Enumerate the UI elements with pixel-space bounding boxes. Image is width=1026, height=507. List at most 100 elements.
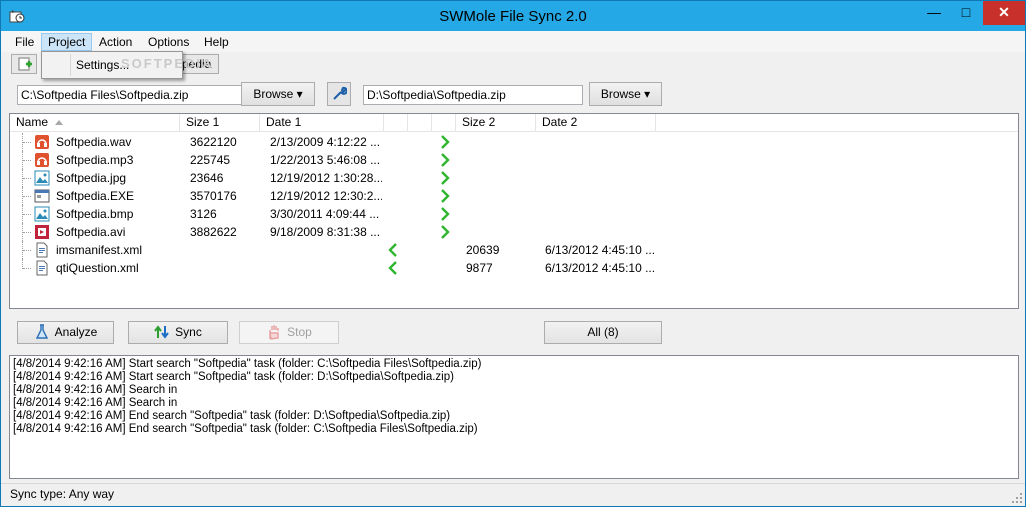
table-row[interactable]: imsmanifest.xml 20639 6/13/2012 4:45:10 ..… <box>10 241 1018 259</box>
copy-right-arrow-icon[interactable] <box>440 171 450 185</box>
file-date1: 12/19/2012 1:30:28... <box>270 171 382 185</box>
file-size1: 3622120 <box>190 135 237 149</box>
file-name: qtiQuestion.xml <box>56 261 139 275</box>
column-header-name[interactable]: Name <box>10 114 180 131</box>
tree-branch <box>23 196 31 197</box>
column-header-dir-right[interactable] <box>432 114 456 131</box>
table-row[interactable]: Softpedia.mp3 225745 1/22/2013 5:46:08 ... <box>10 151 1018 169</box>
file-date1 <box>270 241 382 259</box>
column-header-size1[interactable]: Size 1 <box>180 114 260 131</box>
image-file-icon <box>34 206 50 222</box>
file-size1 <box>190 259 260 277</box>
copy-left-arrow-icon[interactable] <box>388 261 398 275</box>
maximize-button[interactable]: □ <box>951 1 981 25</box>
file-name: Softpedia.wav <box>56 135 132 149</box>
file-date2: 6/13/2012 4:45:10 ... <box>545 243 656 257</box>
copy-right-arrow-icon[interactable] <box>440 189 450 203</box>
column-header-size2[interactable]: Size 2 <box>456 114 536 131</box>
menu-help[interactable]: Help <box>198 33 235 51</box>
file-size2 <box>466 151 536 169</box>
header-divider <box>10 131 1018 132</box>
tree-branch <box>23 214 31 215</box>
left-browse-button[interactable]: Browse ▾ <box>241 82 315 106</box>
copy-right-arrow-icon[interactable] <box>440 225 450 239</box>
audio-file-icon <box>35 135 49 149</box>
column-header-dir-center[interactable] <box>408 114 432 131</box>
table-row[interactable]: Softpedia.wav 3622120 2/13/2009 4:12:22 ..… <box>10 133 1018 151</box>
file-date1: 2/13/2009 4:12:22 ... <box>270 135 381 149</box>
menu-options[interactable]: Options <box>142 33 195 51</box>
file-size1: 3126 <box>190 207 217 221</box>
file-date2 <box>545 205 660 223</box>
menu-project[interactable]: Project <box>41 33 93 51</box>
file-name: Softpedia.EXE <box>56 189 135 203</box>
column-header-date2[interactable]: Date 2 <box>536 114 656 131</box>
audio-file-icon <box>35 153 49 167</box>
title-bar[interactable]: SWMole File Sync 2.0 — □ ✕ <box>1 1 1025 31</box>
app-window: SWMole File Sync 2.0 — □ ✕ File Project … <box>0 0 1026 507</box>
menu-file[interactable]: File <box>9 33 40 51</box>
column-header-dir-left[interactable] <box>384 114 408 131</box>
copy-right-arrow-icon[interactable] <box>440 153 450 167</box>
log-line: [4/8/2014 9:42:16 AM] Start search "Soft… <box>13 371 454 383</box>
xml-file-icon <box>36 260 48 276</box>
table-row[interactable]: qtiQuestion.xml 9877 6/13/2012 4:45:10 ... <box>10 259 1018 277</box>
file-list[interactable]: Name Size 1 Date 1 Size 2 Date 2 Softped… <box>9 113 1019 309</box>
sort-ascending-icon <box>55 120 63 125</box>
file-size2: 9877 <box>466 261 493 275</box>
log-line: [4/8/2014 9:42:16 AM] Search in <box>13 384 178 396</box>
table-row[interactable]: Softpedia.avi 3882622 9/18/2009 8:31:38 ..… <box>10 223 1018 241</box>
right-path-input[interactable] <box>363 85 583 105</box>
sync-button[interactable]: Sync <box>128 321 228 344</box>
minimize-button[interactable]: — <box>919 1 949 25</box>
window-title: SWMole File Sync 2.0 <box>439 8 587 25</box>
copy-left-arrow-icon[interactable] <box>388 243 398 257</box>
tree-branch <box>23 250 31 251</box>
file-size1: 23646 <box>190 171 224 185</box>
table-row[interactable]: Softpedia.bmp 3126 3/30/2011 4:09:44 ... <box>10 205 1018 223</box>
log-line: [4/8/2014 9:42:16 AM] Start search "Soft… <box>13 358 482 370</box>
wrench-icon <box>333 86 347 100</box>
watermark: SOFTPEDIA <box>121 56 214 71</box>
resize-grip-icon[interactable] <box>1011 492 1023 504</box>
sync-label: Sync <box>175 325 202 339</box>
status-bar: Sync type: Any way <box>1 483 1025 506</box>
tree-branch <box>23 232 31 233</box>
copy-right-arrow-icon[interactable] <box>440 135 450 149</box>
file-date1: 1/22/2013 5:46:08 ... <box>270 153 381 167</box>
menu-action[interactable]: Action <box>93 33 138 51</box>
log-panel[interactable]: [4/8/2014 9:42:16 AM] Start search "Soft… <box>9 355 1019 479</box>
log-line: [4/8/2014 9:42:16 AM] End search "Softpe… <box>13 423 478 435</box>
table-row[interactable]: Softpedia.EXE 3570176 12/19/2012 12:30:2..… <box>10 187 1018 205</box>
file-name: Softpedia.jpg <box>56 171 127 185</box>
table-row[interactable]: Softpedia.jpg 23646 12/19/2012 1:30:28... <box>10 169 1018 187</box>
tree-branch <box>23 268 31 269</box>
file-size1 <box>190 241 260 259</box>
column-header-date1[interactable]: Date 1 <box>260 114 384 131</box>
left-path-input[interactable] <box>17 85 244 105</box>
add-icon <box>18 57 32 71</box>
path-row: Browse ▾ Browse ▾ <box>9 81 1019 109</box>
file-date1: 3/30/2011 4:09:44 ... <box>270 207 380 221</box>
file-date2 <box>545 169 660 187</box>
exe-file-icon <box>34 189 50 203</box>
file-name: Softpedia.bmp <box>56 207 134 221</box>
column-name-label: Name <box>16 115 49 129</box>
file-date2: 6/13/2012 4:45:10 ... <box>545 261 656 275</box>
file-name: Softpedia.avi <box>56 225 126 239</box>
analyze-button[interactable]: Analyze <box>17 321 114 344</box>
new-task-button[interactable] <box>11 54 37 74</box>
right-browse-button[interactable]: Browse ▾ <box>589 82 662 106</box>
stop-button[interactable]: Stop <box>239 321 339 344</box>
file-date2 <box>545 133 660 151</box>
file-size2 <box>466 205 536 223</box>
close-button[interactable]: ✕ <box>983 1 1025 25</box>
copy-right-arrow-icon[interactable] <box>440 207 450 221</box>
file-date1 <box>270 259 382 277</box>
filter-all-button[interactable]: All (8) <box>544 321 662 344</box>
xml-file-icon <box>36 242 48 258</box>
swap-button[interactable] <box>327 82 351 106</box>
menu-bar: File Project Action Options Help <box>1 31 1025 52</box>
flask-icon <box>35 324 48 339</box>
stop-hand-icon <box>269 325 279 340</box>
